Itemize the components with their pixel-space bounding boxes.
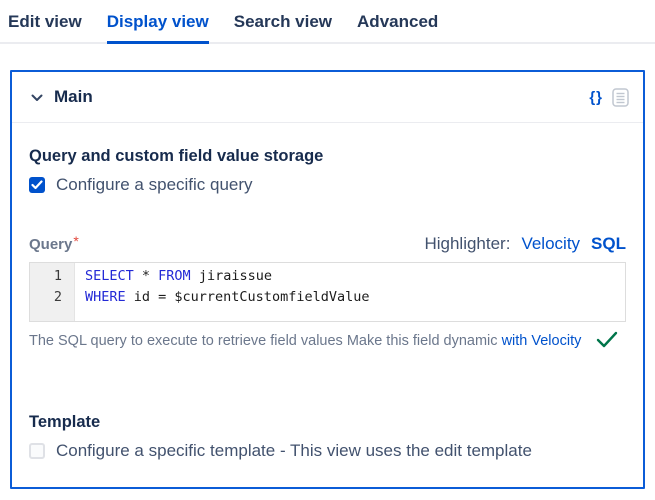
editor-code-area[interactable]: SELECT * FROM jiraissue WHERE id = $curr…: [75, 263, 625, 321]
query-field-label: Query*: [29, 233, 79, 254]
query-section-heading: Query and custom field value storage: [29, 123, 626, 166]
valid-checkmark-icon: [596, 331, 618, 353]
panel-header-actions: {}: [589, 88, 629, 107]
template-section-heading: Template: [29, 353, 626, 432]
highlighter-option-velocity[interactable]: Velocity: [521, 234, 580, 254]
chevron-down-icon[interactable]: [31, 94, 43, 102]
configure-query-checkbox[interactable]: [29, 177, 45, 193]
configure-template-checkbox[interactable]: [29, 443, 45, 459]
configure-query-row: Configure a specific query: [29, 175, 626, 195]
sql-query-editor: 1 2 SELECT * FROM jiraissue WHERE id = $…: [29, 262, 626, 322]
tab-search-view[interactable]: Search view: [234, 2, 332, 44]
required-asterisk: *: [73, 233, 78, 249]
configure-template-label: Configure a specific template - This vie…: [56, 441, 532, 461]
view-tab-bar: Edit view Display view Search view Advan…: [0, 0, 655, 44]
line-number: 2: [30, 287, 62, 308]
editor-line-number-gutter: 1 2: [30, 263, 75, 321]
highlighter-switcher: Highlighter: Velocity SQL: [424, 234, 626, 254]
main-panel: Main {} Query and custom field value sto…: [10, 70, 645, 489]
code-line: SELECT * FROM jiraissue: [85, 266, 625, 287]
query-help-text: The SQL query to execute to retrieve fie…: [29, 331, 581, 349]
highlighter-option-sql[interactable]: SQL: [591, 234, 626, 254]
panel-title: Main: [54, 87, 93, 107]
document-lines-icon[interactable]: [612, 88, 629, 107]
configure-template-row: Configure a specific template - This vie…: [29, 441, 626, 461]
configure-query-label: Configure a specific query: [56, 175, 253, 195]
tab-display-view[interactable]: Display view: [107, 2, 209, 44]
with-velocity-link[interactable]: with Velocity: [502, 333, 582, 349]
main-panel-header[interactable]: Main {}: [12, 72, 643, 123]
code-line: WHERE id = $currentCustomfieldValue: [85, 287, 625, 308]
tab-edit-view[interactable]: Edit view: [8, 2, 82, 44]
query-help-row: The SQL query to execute to retrieve fie…: [29, 331, 626, 353]
line-number: 1: [30, 266, 62, 287]
query-field-label-row: Query* Highlighter: Velocity SQL: [29, 233, 626, 254]
panel-body: Query and custom field value storage Con…: [12, 123, 643, 461]
tab-advanced[interactable]: Advanced: [357, 2, 438, 44]
highlighter-label: Highlighter:: [424, 234, 510, 254]
json-braces-icon[interactable]: {}: [589, 89, 603, 106]
